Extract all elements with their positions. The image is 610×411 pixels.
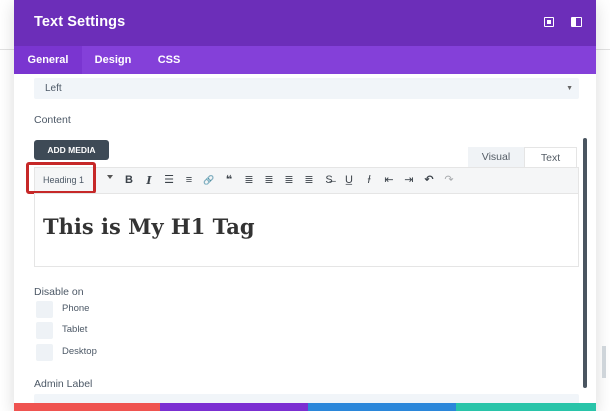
bulleted-list-icon[interactable]: ☰: [161, 172, 177, 189]
page-scrollbar[interactable]: [602, 346, 606, 378]
indent-icon[interactable]: ⇥: [401, 172, 417, 189]
blockquote-icon[interactable]: ❝: [221, 172, 237, 189]
modal-header: Text Settings: [14, 0, 596, 46]
disable-tablet-checkbox[interactable]: [36, 322, 53, 339]
format-select-caret-icon[interactable]: [107, 175, 113, 179]
bold-icon[interactable]: B: [121, 172, 137, 189]
expand-modal-icon[interactable]: [542, 15, 556, 29]
add-media-button[interactable]: ADD MEDIA: [34, 140, 109, 160]
tab-css[interactable]: CSS: [144, 46, 194, 74]
italic-icon[interactable]: I: [141, 172, 157, 189]
help-button[interactable]: [308, 403, 456, 411]
disable-on-label: Disable on: [34, 286, 84, 298]
disable-phone-label: Phone: [62, 303, 90, 314]
align-justify-icon[interactable]: ≣: [301, 172, 317, 189]
alignment-select-value: Left: [45, 83, 62, 94]
underline-icon[interactable]: U̲: [341, 172, 357, 189]
settings-modal: Text Settings General Design CSS Left ▼ …: [14, 0, 596, 411]
admin-label-heading: Admin Label: [34, 378, 93, 390]
select-caret-icon: ▼: [566, 85, 573, 92]
numbered-list-icon[interactable]: ≡: [181, 172, 197, 189]
editor-toolbar: Heading 1 B I ☰ ≡ 🔗 ❝ ≣ ≣ ≣ ≣ S̶ U̲ Ɨ ⇤ …: [34, 167, 579, 193]
disable-phone-checkbox[interactable]: [36, 301, 53, 318]
tab-design[interactable]: Design: [82, 46, 144, 74]
tab-text-editor[interactable]: Text: [524, 147, 577, 167]
save-button[interactable]: [456, 403, 596, 411]
link-icon[interactable]: 🔗: [201, 172, 217, 189]
modal-footer: [0, 403, 610, 411]
tab-visual-editor[interactable]: Visual: [468, 147, 524, 167]
undo-icon[interactable]: ↶: [421, 172, 437, 189]
settings-body: Left ▼ Content ADD MEDIA Visual Text Hea…: [14, 74, 596, 411]
align-right-icon[interactable]: ≣: [281, 172, 297, 189]
disable-desktop-checkbox[interactable]: [36, 344, 53, 361]
align-center-icon[interactable]: ≣: [261, 172, 277, 189]
clear-formatting-icon[interactable]: Ɨ: [361, 172, 377, 189]
outdent-icon[interactable]: ⇤: [381, 172, 397, 189]
disable-desktop-label: Desktop: [62, 346, 97, 357]
cancel-button[interactable]: [14, 403, 160, 411]
tab-general[interactable]: General: [14, 46, 82, 74]
strikethrough-icon[interactable]: S̶: [321, 172, 337, 189]
modal-title: Text Settings: [34, 14, 126, 30]
alignment-select[interactable]: Left ▼: [34, 78, 579, 99]
align-left-icon[interactable]: ≣: [241, 172, 257, 189]
content-editor[interactable]: This is My H1 Tag: [34, 193, 579, 267]
settings-tab-bar: General Design CSS: [14, 46, 596, 74]
format-select-highlight: [26, 162, 96, 194]
modal-scrollbar[interactable]: [583, 138, 587, 388]
sidebar-toggle-icon[interactable]: [570, 15, 584, 29]
editor-heading-text[interactable]: This is My H1 Tag: [43, 214, 255, 239]
redo-icon[interactable]: ↷: [441, 172, 457, 189]
save-to-library-button[interactable]: [160, 403, 308, 411]
disable-tablet-label: Tablet: [62, 324, 88, 335]
content-label: Content: [34, 114, 71, 126]
